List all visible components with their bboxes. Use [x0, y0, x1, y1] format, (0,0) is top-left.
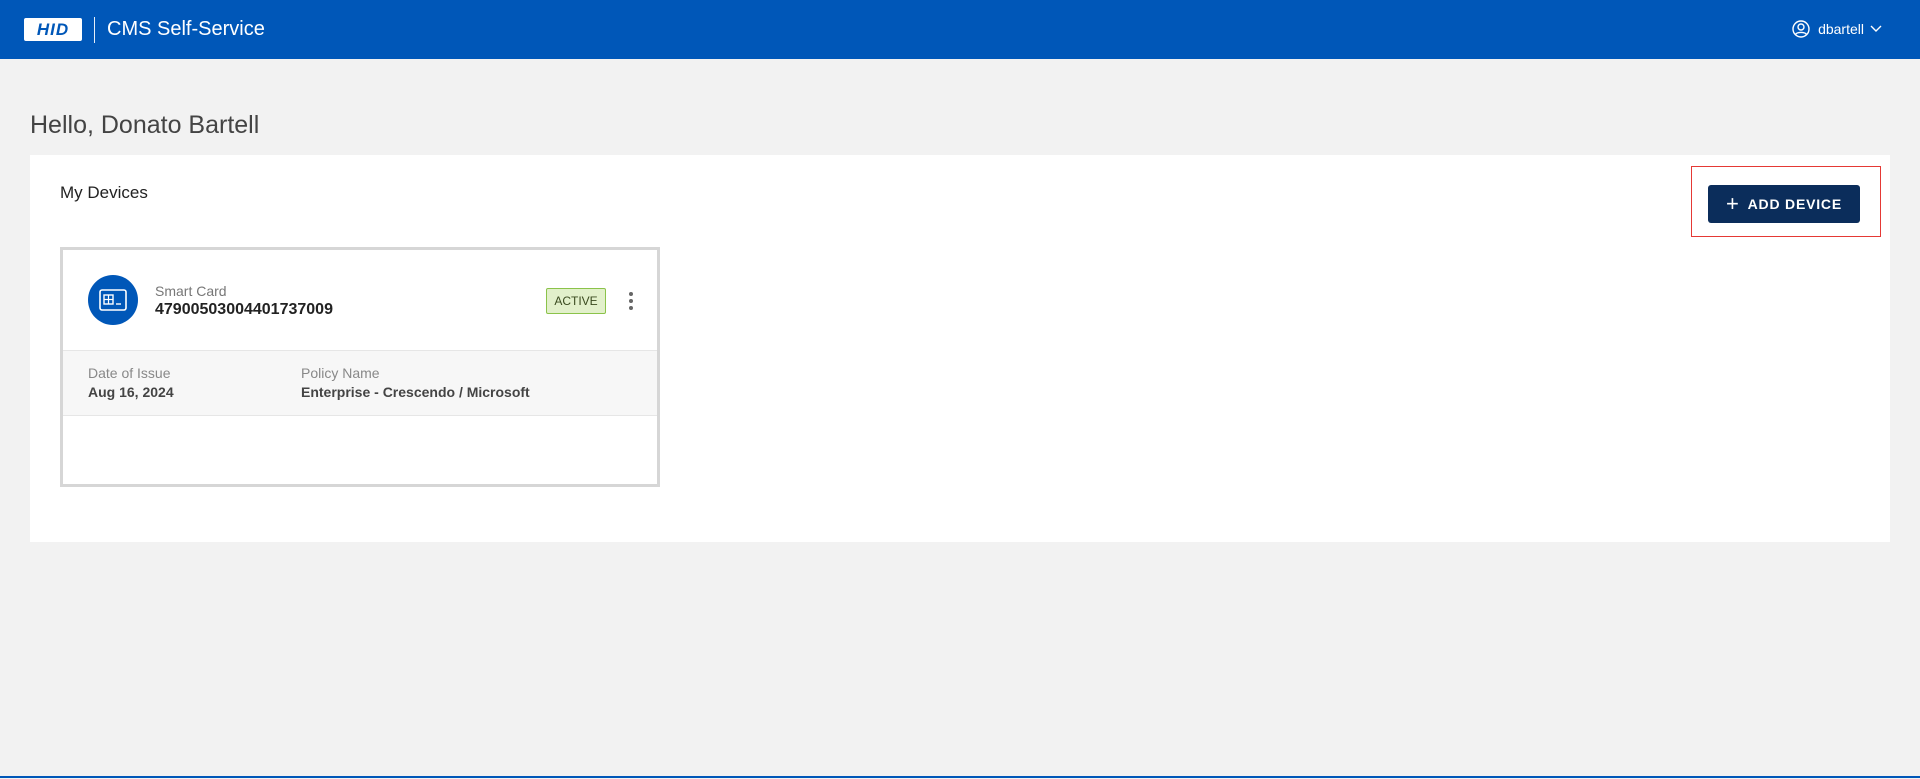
device-card-header: Smart Card 47900503004401737009 ACTIVE [63, 250, 657, 350]
hid-logo[interactable]: HID [24, 18, 82, 41]
date-of-issue-value: Aug 16, 2024 [88, 384, 174, 400]
panel-title: My Devices [60, 183, 148, 202]
plus-icon: + [1725, 191, 1740, 216]
add-device-button[interactable]: + ADD DEVICE [1708, 185, 1860, 223]
app-title: CMS Self-Service [107, 18, 265, 40]
top-app-bar: HID CMS Self-Service dbartell [0, 0, 1920, 59]
device-card[interactable]: Smart Card 47900503004401737009 ACTIVE D… [60, 247, 660, 487]
smart-card-icon [88, 275, 138, 325]
policy-name-label: Policy Name [301, 365, 380, 381]
device-type-label: Smart Card [155, 283, 227, 299]
logo-divider [94, 16, 95, 43]
user-circle-icon [1792, 20, 1810, 38]
device-details: Date of Issue Aug 16, 2024 Policy Name E… [63, 350, 657, 416]
greeting-heading: Hello, Donato Bartell [30, 110, 260, 139]
kebab-dot [629, 299, 633, 303]
device-id: 47900503004401737009 [155, 301, 333, 318]
user-menu-button[interactable]: dbartell [1792, 18, 1882, 40]
add-device-label: ADD DEVICE [1747, 196, 1842, 212]
kebab-dot [629, 292, 633, 296]
date-of-issue-label: Date of Issue [88, 365, 171, 381]
kebab-dot [629, 306, 633, 310]
chevron-down-icon [1870, 25, 1882, 33]
policy-name-value: Enterprise - Crescendo / Microsoft [301, 384, 530, 400]
username-label: dbartell [1818, 21, 1864, 37]
my-devices-panel: My Devices + ADD DEVICE Smart Card 47900… [30, 155, 1890, 542]
bottom-divider [0, 776, 1920, 778]
status-badge: ACTIVE [546, 288, 606, 314]
more-options-icon[interactable] [623, 288, 639, 314]
